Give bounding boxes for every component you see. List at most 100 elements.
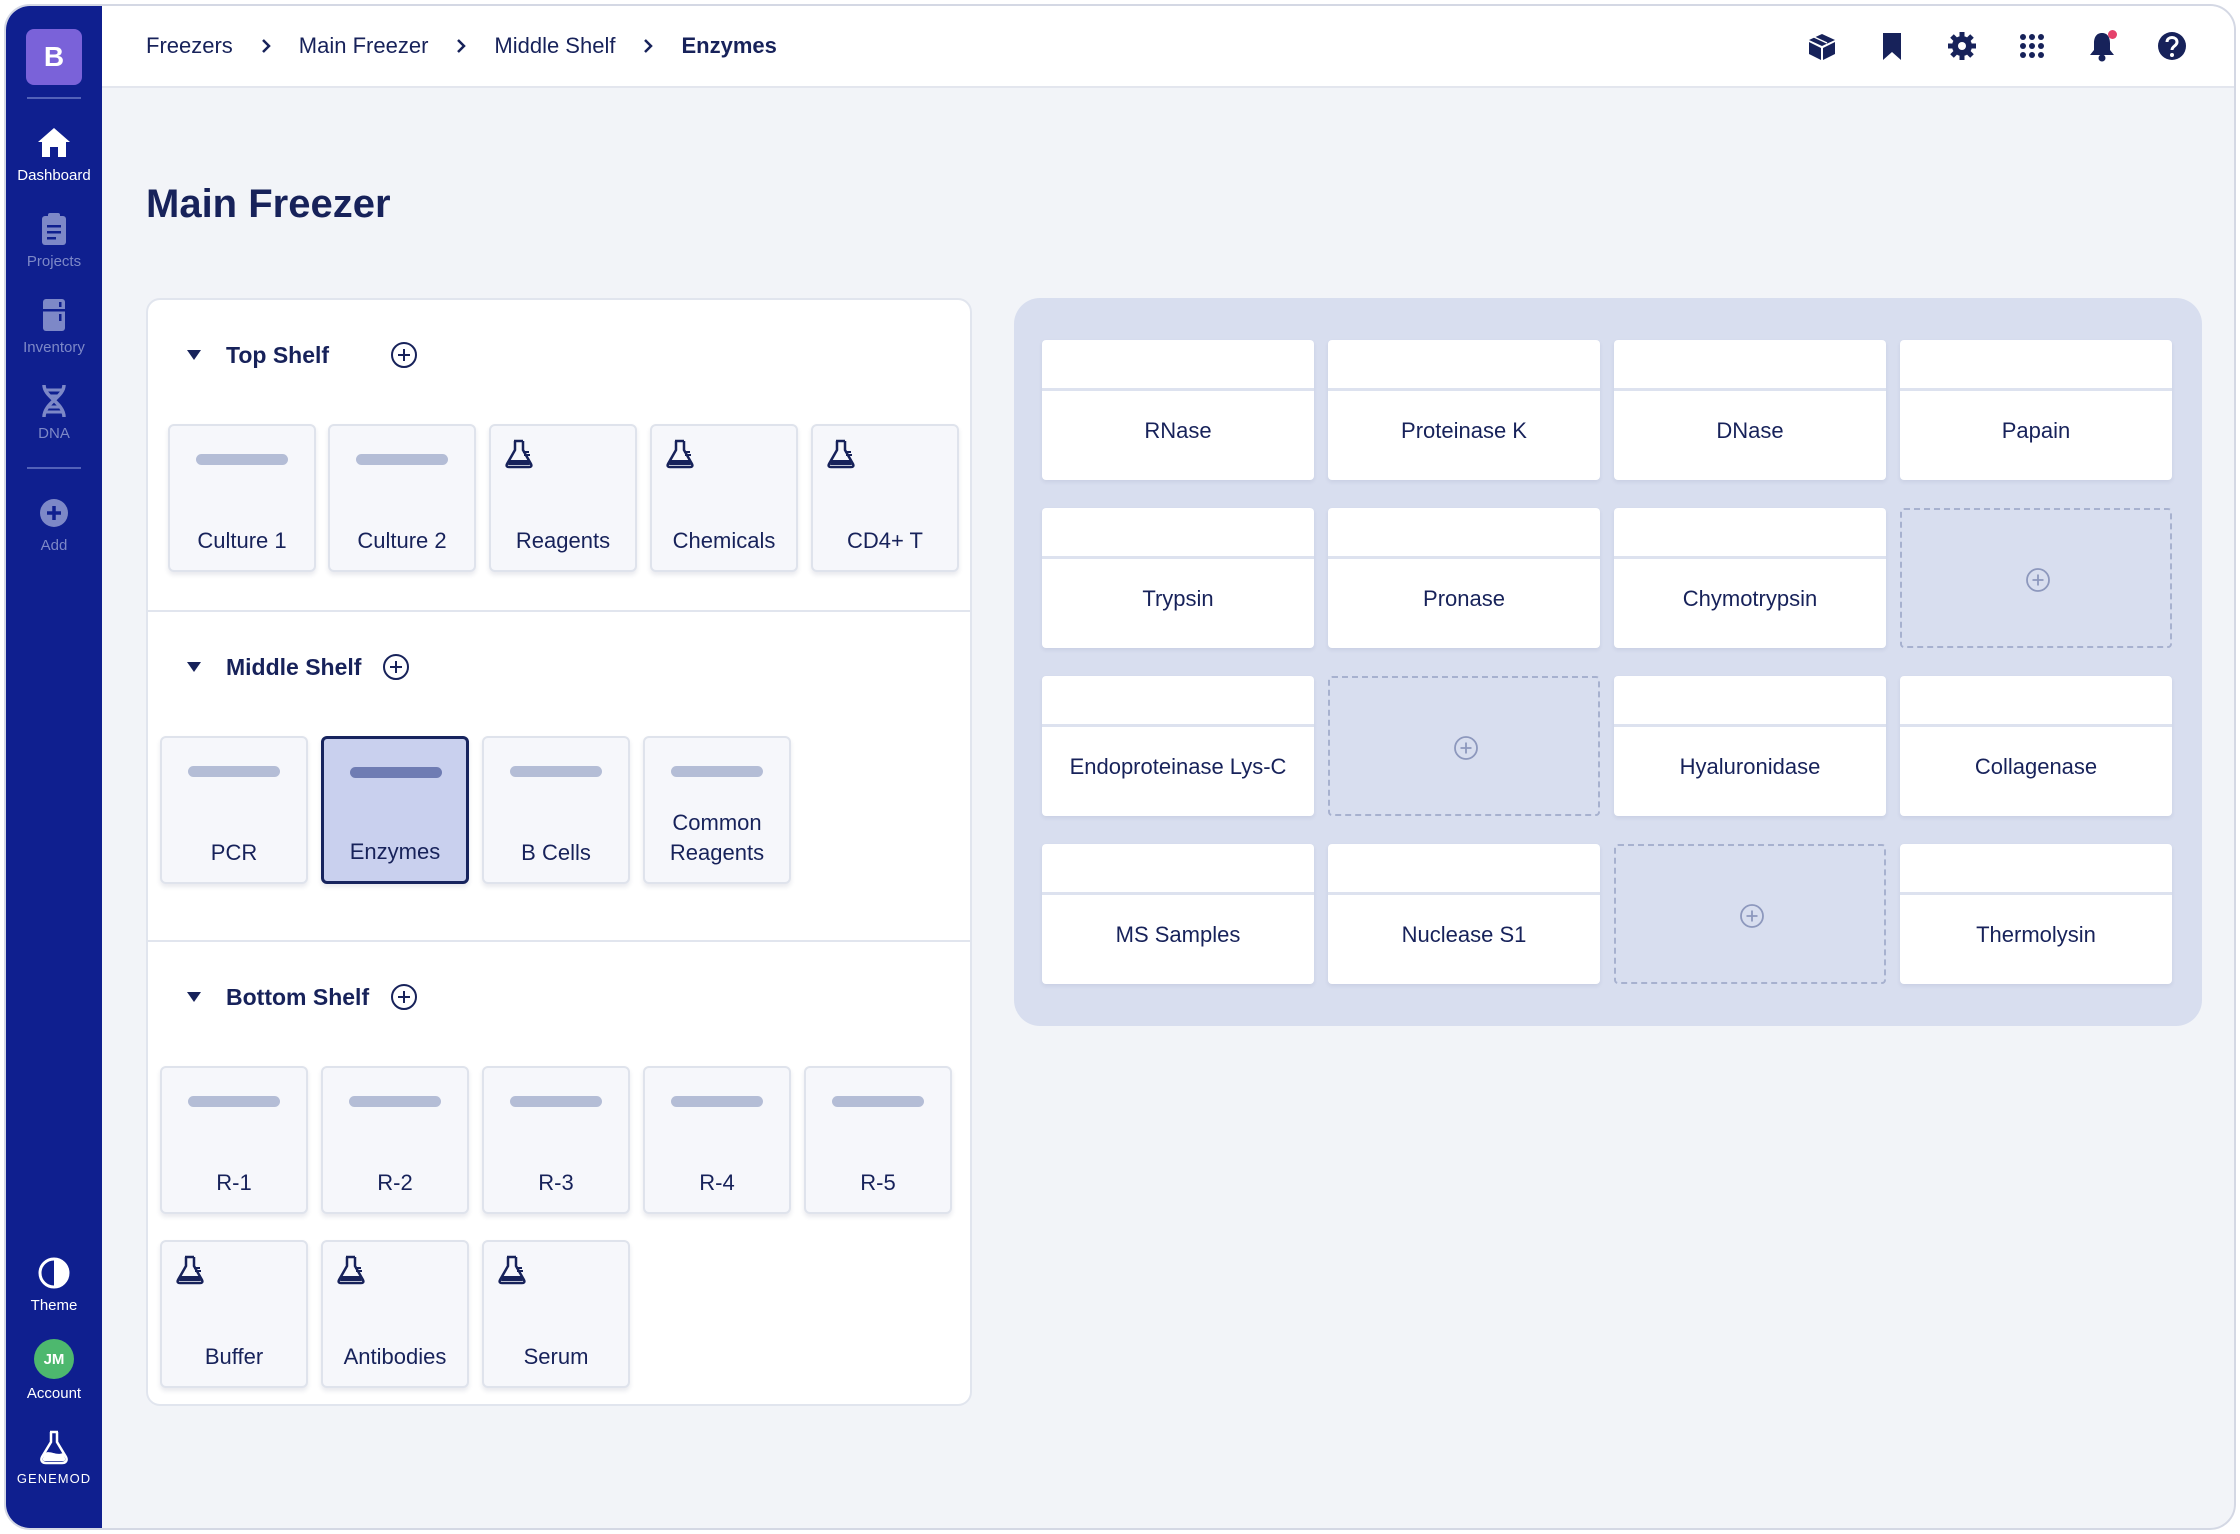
sidebar-divider [27, 467, 81, 469]
top-header: Freezers Main Freezer Middle Shelf Enzym… [102, 6, 2234, 88]
box-icon[interactable] [1804, 28, 1840, 64]
caret-down-icon[interactable] [186, 989, 202, 1005]
apps-grid-icon[interactable] [2014, 28, 2050, 64]
box-reagents[interactable]: Reagents [489, 424, 637, 572]
box-chemicals[interactable]: Chemicals [650, 424, 798, 572]
box-serum[interactable]: Serum [482, 1240, 630, 1388]
shelf-title: Middle Shelf [226, 653, 362, 680]
add-circle-icon [1454, 736, 1478, 760]
account-button[interactable]: JM Account [6, 1327, 102, 1415]
grid-cell[interactable]: Nuclease S1 [1328, 844, 1600, 984]
box-antibodies[interactable]: Antibodies [321, 1240, 469, 1388]
empty-slot[interactable] [1614, 844, 1886, 984]
sidebar-item-label: Dashboard [17, 167, 91, 184]
box-common-reagents[interactable]: Common Reagents [643, 736, 791, 884]
sidebar-item-projects[interactable]: Projects [6, 197, 102, 283]
grid-cell[interactable]: MS Samples [1042, 844, 1314, 984]
box-bar [510, 1096, 602, 1107]
box-bar [350, 767, 442, 778]
cell-strip [1328, 556, 1600, 559]
empty-slot[interactable] [1328, 676, 1600, 816]
notification-dot [2108, 30, 2117, 39]
cell-strip [1328, 892, 1600, 895]
theme-toggle[interactable]: Theme [6, 1241, 102, 1327]
box-culture-2[interactable]: Culture 2 [328, 424, 476, 572]
cell-label: Nuclease S1 [1401, 922, 1527, 947]
grid-cell[interactable]: RNase [1042, 340, 1314, 480]
box-bar [671, 1096, 763, 1107]
grid-cell[interactable]: Papain [1900, 340, 2172, 480]
add-circle-icon [2026, 568, 2050, 592]
grid-cell[interactable]: Trypsin [1042, 508, 1314, 648]
box-bar [832, 1096, 924, 1107]
caret-down-icon[interactable] [186, 659, 202, 675]
workspace-logo[interactable]: B [26, 29, 82, 85]
sidebar-item-inventory[interactable]: Inventory [6, 283, 102, 369]
bookmark-icon[interactable] [1874, 28, 1910, 64]
box-bar [196, 454, 288, 465]
box-label: Serum [523, 1344, 589, 1369]
plus-circle-icon [40, 499, 68, 527]
grid-cell[interactable]: Proteinase K [1328, 340, 1600, 480]
grid-cell[interactable]: Thermolysin [1900, 844, 2172, 984]
box-culture-1[interactable]: Culture 1 [168, 424, 316, 572]
cell-label: Endoproteinase Lys-C [1069, 754, 1287, 779]
box-label: Enzymes [349, 839, 441, 864]
box-r-2[interactable]: R-2 [321, 1066, 469, 1214]
cell-strip [1042, 892, 1314, 895]
add-circle-icon[interactable] [381, 652, 411, 682]
add-circle-icon[interactable] [389, 340, 419, 370]
box-r-1[interactable]: R-1 [160, 1066, 308, 1214]
add-circle-icon [1740, 904, 1764, 928]
breadcrumb-main-freezer[interactable]: Main Freezer [299, 33, 429, 59]
box-bar [188, 766, 280, 777]
grid-cell[interactable]: DNase [1614, 340, 1886, 480]
grid-cell[interactable]: Endoproteinase Lys-C [1042, 676, 1314, 816]
shelf-bottom: Bottom Shelf R-1 R-2 R-3 R-4 R-5 Buffer … [148, 940, 970, 1406]
grid-cell[interactable]: Pronase [1328, 508, 1600, 648]
grid-cell[interactable]: Collagenase [1900, 676, 2172, 816]
add-circle-icon[interactable] [389, 982, 419, 1012]
flask-icon [498, 1255, 526, 1285]
cell-strip [1614, 388, 1886, 391]
sidebar-item-dna[interactable]: DNA [6, 369, 102, 455]
box-bar [356, 454, 448, 465]
bell-icon[interactable] [2084, 28, 2120, 64]
box-b-cells[interactable]: B Cells [482, 736, 630, 884]
shelf-header: Bottom Shelf [186, 982, 419, 1012]
chevron-right-icon [428, 38, 494, 54]
gear-icon[interactable] [1944, 28, 1980, 64]
cell-label: Thermolysin [1976, 922, 2096, 947]
box-buffer[interactable]: Buffer [160, 1240, 308, 1388]
box-enzymes-selected[interactable]: Enzymes [321, 736, 469, 884]
box-cd4-t[interactable]: CD4+ T [811, 424, 959, 572]
breadcrumb-freezers[interactable]: Freezers [146, 33, 233, 59]
grid-cell[interactable]: Hyaluronidase [1614, 676, 1886, 816]
sidebar-item-label: DNA [38, 425, 70, 442]
caret-down-icon[interactable] [186, 347, 202, 363]
box-r-5[interactable]: R-5 [804, 1066, 952, 1214]
cell-strip [1328, 388, 1600, 391]
box-bar [349, 1096, 441, 1107]
box-bar [188, 1096, 280, 1107]
help-icon[interactable] [2154, 28, 2190, 64]
flask-icon [337, 1255, 365, 1285]
grid-cell[interactable]: Chymotrypsin [1614, 508, 1886, 648]
sidebar-item-dashboard[interactable]: Dashboard [6, 111, 102, 197]
box-label: CD4+ T [846, 528, 923, 553]
breadcrumb-middle-shelf[interactable]: Middle Shelf [494, 33, 615, 59]
box-label: PCR [210, 840, 258, 865]
box-contents-grid: RNase Proteinase K DNase Papain Trypsin … [1014, 298, 2202, 1026]
box-pcr[interactable]: PCR [160, 736, 308, 884]
box-r-4[interactable]: R-4 [643, 1066, 791, 1214]
freezer-icon [43, 299, 65, 331]
box-label: Chemicals [672, 528, 776, 553]
box-bar [510, 766, 602, 777]
flask-icon [666, 439, 694, 469]
box-r-3[interactable]: R-3 [482, 1066, 630, 1214]
empty-slot[interactable] [1900, 508, 2172, 648]
box-label: Buffer [204, 1344, 264, 1369]
chevron-right-icon [233, 38, 299, 54]
shelf-title: Top Shelf [226, 341, 330, 368]
sidebar-item-add[interactable]: Add [6, 481, 102, 567]
